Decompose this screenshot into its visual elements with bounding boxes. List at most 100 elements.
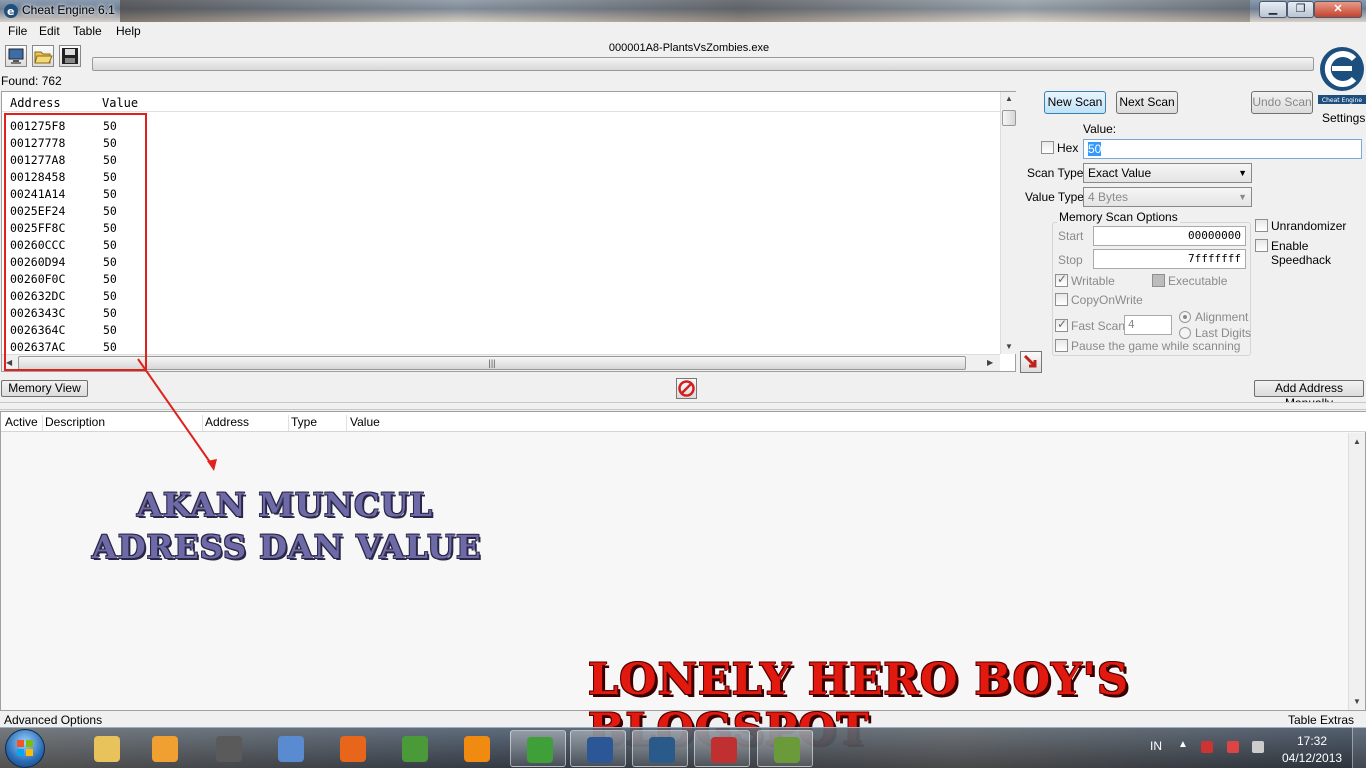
scan-value-input[interactable]: 50 [1083,139,1362,159]
column-value[interactable]: Value [102,96,138,110]
pause-game-label: Pause the game while scanning [1071,339,1241,353]
logo-text: Cheat Engine [1322,97,1362,104]
taskbar-app-button[interactable] [136,730,192,767]
scan-value-text: 50 [1088,142,1102,156]
last-digits-radio[interactable] [1179,327,1191,339]
title-bar[interactable] [0,0,1366,22]
chevron-down-icon: ▼ [1238,192,1247,202]
language-indicator[interactable]: IN [1150,739,1162,753]
result-row[interactable]: 002632DC 50 [2,289,997,306]
new-scan-button[interactable]: New Scan [1044,91,1106,114]
fast-scan-label: Fast Scan [1071,319,1126,333]
scroll-down-arrow[interactable]: ▼ [1005,342,1013,351]
maximize-button[interactable]: ❐ [1287,1,1314,18]
executable-label: Executable [1168,274,1228,288]
fast-scan-checkbox[interactable] [1055,317,1068,332]
speedhack-label: Enable Speedhack [1271,239,1332,267]
value-label: Value: [1083,122,1117,136]
menu-file[interactable]: File [8,24,27,38]
tray-expand-icon[interactable]: ▲ [1178,739,1188,750]
taskbar-app-button[interactable] [757,730,813,767]
result-row[interactable]: 00260CCC 50 [2,238,997,255]
hex-label: Hex [1057,141,1079,155]
scroll-right-arrow[interactable]: ▶ [987,358,993,367]
alignment-radio[interactable] [1179,311,1191,323]
scroll-up-arrow[interactable]: ▲ [1005,94,1013,103]
start-address-field[interactable]: 00000000 [1093,226,1246,246]
undo-scan-button[interactable]: Undo Scan [1251,91,1313,114]
cheat-engine-logo[interactable]: Cheat Engine [1316,43,1366,107]
writable-label: Writable [1071,274,1115,288]
scroll-thumb[interactable] [1002,110,1016,126]
taskbar-app-button[interactable] [632,730,688,767]
taskbar-app-button[interactable] [200,730,256,767]
scan-type-select[interactable]: Exact Value ▼ [1083,163,1252,183]
result-row[interactable]: 0026343C 50 [2,306,997,323]
pause-game-checkbox[interactable] [1055,339,1068,352]
result-row[interactable]: 00241A14 50 [2,187,997,204]
scroll-up-arrow[interactable]: ▲ [1353,437,1361,446]
volume-icon[interactable] [1252,741,1264,753]
windows-logo-icon [17,740,33,756]
minimize-button[interactable]: ▁ [1259,1,1287,18]
taskbar-app-button[interactable] [78,730,134,767]
memory-view-button[interactable]: Memory View [1,380,88,397]
clock-date[interactable]: 04/12/2013 [1282,751,1342,765]
settings-label[interactable]: Settings [1322,111,1365,125]
hex-checkbox[interactable] [1041,141,1054,154]
title-bar-background [120,0,1250,22]
value-type-select[interactable]: 4 Bytes ▼ [1083,187,1252,207]
taskbar-app-button[interactable] [448,730,504,767]
result-row[interactable]: 00127778 50 [2,136,997,153]
network-signal-icon[interactable] [1227,741,1239,753]
column-type[interactable]: Type [291,415,347,431]
taskbar-app-button[interactable] [694,730,750,767]
window-title: Cheat Engine 6.1 [22,3,115,17]
menu-table[interactable]: Table [73,24,102,38]
result-row[interactable]: 0025EF24 50 [2,204,997,221]
column-value[interactable]: Value [350,415,430,431]
result-row[interactable]: 0026364C 50 [2,323,997,340]
tray-flag-icon[interactable] [1201,741,1213,753]
taskbar-app-button[interactable] [570,730,626,767]
add-address-manually-button[interactable]: Add Address Manually [1254,380,1364,410]
cheat-engine-app-icon[interactable]: e [3,3,19,19]
result-row[interactable]: 0025FF8C 50 [2,221,997,238]
writable-checkbox[interactable] [1055,272,1068,287]
unrandomizer-checkbox[interactable] [1255,219,1268,232]
menu-edit[interactable]: Edit [39,24,60,38]
copyonwrite-checkbox[interactable] [1055,293,1068,306]
result-row[interactable]: 00260D94 50 [2,255,997,272]
show-desktop-button[interactable] [1352,727,1366,768]
taskbar-app-button[interactable] [386,730,442,767]
column-address[interactable]: Address [10,96,61,110]
clock-time[interactable]: 17:32 [1282,734,1342,748]
svg-text:e: e [7,5,14,18]
result-row[interactable]: 00260F0C 50 [2,272,997,289]
cheat-engine-taskbar-icon [649,737,675,763]
clear-list-button[interactable] [676,378,697,399]
result-row[interactable]: 001275F8 50 [2,119,997,136]
start-button[interactable] [5,729,45,768]
taskbar-app-button[interactable] [262,730,318,767]
stop-label: Stop [1058,253,1083,267]
next-scan-button[interactable]: Next Scan [1116,91,1178,114]
speedhack-checkbox[interactable] [1255,239,1268,252]
stop-address-field[interactable]: 7fffffff [1093,249,1246,269]
add-to-list-button[interactable] [1020,351,1042,373]
word-icon [587,737,613,763]
close-button[interactable]: ✕ [1314,1,1362,18]
executable-checkbox[interactable] [1152,274,1165,287]
results-vertical-scrollbar[interactable]: ▲ ▼ [1000,92,1017,354]
column-active[interactable]: Active [5,415,43,431]
result-row[interactable]: 00128458 50 [2,170,997,187]
advanced-options-link[interactable]: Advanced Options [4,713,102,727]
scan-results-list[interactable]: Address Value 001275F8 50 00127778 50 001277… [1,91,1017,372]
scan-progress-bar [92,57,1314,71]
menu-help[interactable]: Help [116,24,141,38]
memory-scan-options-title: Memory Scan Options [1057,210,1180,224]
taskbar-app-button[interactable] [510,730,566,767]
result-row[interactable]: 001277A8 50 [2,153,997,170]
taskbar-app-button[interactable] [324,730,380,767]
fast-scan-alignment-field[interactable]: 4 [1124,315,1172,335]
